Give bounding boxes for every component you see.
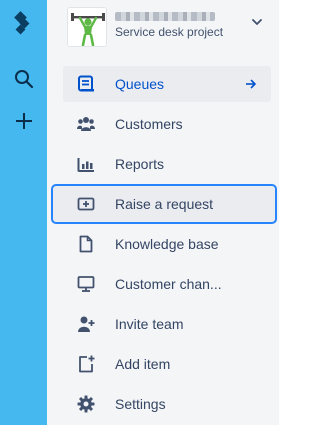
queues-icon — [78, 75, 94, 92]
jira-logo-icon[interactable] — [0, 4, 47, 44]
sidebar-item-label: Customers — [115, 116, 183, 132]
reports-icon — [77, 158, 94, 172]
sidebar-item-add-item[interactable]: Add item — [63, 346, 271, 382]
project-type: Service desk project — [115, 25, 224, 39]
chevron-down-icon[interactable] — [249, 14, 265, 30]
raise-request-icon — [77, 197, 95, 211]
sidebar-item-customers[interactable]: Customers — [63, 106, 271, 142]
gear-icon — [77, 395, 95, 413]
project-name — [115, 12, 215, 21]
sidebar-item-label: Reports — [115, 156, 165, 172]
sidebar-item-label: Settings — [115, 396, 166, 412]
project-header[interactable]: Service desk project — [47, 0, 279, 52]
add-page-icon — [79, 355, 95, 373]
document-icon — [79, 235, 93, 253]
project-sidebar: Service desk project Queues Customers Re… — [47, 0, 279, 425]
sidebar-item-settings[interactable]: Settings — [63, 386, 271, 422]
sidebar-item-reports[interactable]: Reports — [63, 146, 271, 182]
monitor-icon — [77, 276, 95, 292]
sidebar-item-queues[interactable]: Queues — [63, 66, 271, 102]
project-avatar — [67, 7, 107, 47]
sidebar-item-label: Invite team — [115, 316, 184, 332]
customers-icon — [77, 117, 95, 131]
sidebar-item-label: Raise a request — [115, 196, 214, 212]
sidebar-item-invite-team[interactable]: Invite team — [63, 306, 271, 342]
search-icon[interactable] — [0, 62, 47, 96]
sidebar-item-knowledge-base[interactable]: Knowledge base — [63, 226, 271, 262]
arrow-right-icon — [246, 79, 256, 89]
invite-user-icon — [78, 316, 95, 332]
global-navigation — [0, 0, 47, 425]
sidebar-item-raise-request[interactable]: Raise a request — [51, 184, 277, 224]
sidebar-item-customer-channels[interactable]: Customer chan... — [63, 266, 271, 302]
sidebar-item-label: Customer chan... — [115, 276, 222, 292]
sidebar-item-label: Queues — [115, 76, 165, 92]
sidebar-item-label: Knowledge base — [115, 236, 219, 252]
sidebar-item-label: Add item — [115, 356, 171, 372]
create-plus-icon[interactable] — [0, 104, 47, 138]
